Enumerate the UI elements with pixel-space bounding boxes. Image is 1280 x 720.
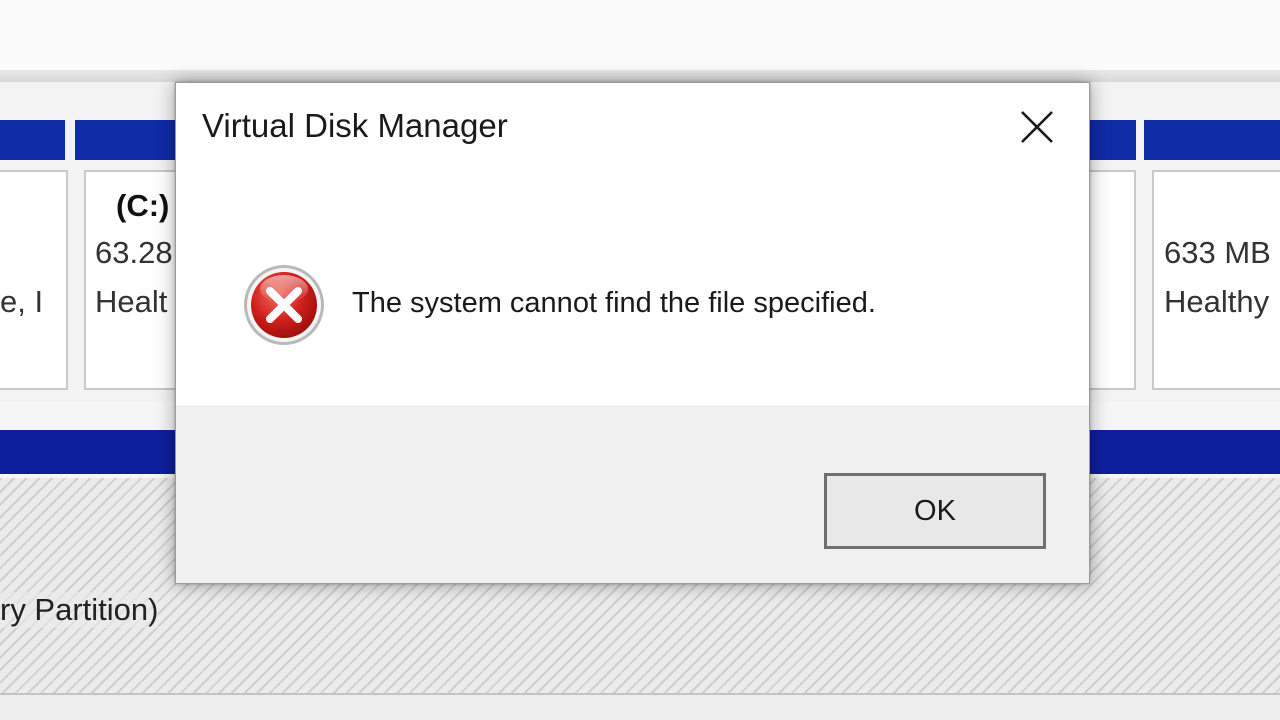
error-message: The system cannot find the file specifie… [352, 287, 876, 319]
dialog-content: The system cannot find the file specifie… [176, 171, 1089, 405]
dialog-titlebar[interactable]: Virtual Disk Manager [176, 83, 1089, 171]
screen: e, I (C:) 63.28 Healt 633 MB Healthy ry … [0, 0, 1280, 720]
volume-status: e, I [0, 284, 44, 319]
close-button[interactable] [1011, 103, 1063, 151]
volume-bar-c [75, 120, 185, 160]
close-icon [1021, 111, 1053, 143]
error-dialog: Virtual Disk Manager The system cannot f… [175, 82, 1090, 584]
dialog-title: Virtual Disk Manager [202, 107, 508, 144]
error-icon [244, 265, 324, 345]
volume-size-c: 63.28 [95, 235, 173, 270]
dialog-footer: OK [176, 405, 1089, 583]
volume-bar-recovery [1144, 120, 1280, 160]
volume-status-c: Healt [95, 284, 168, 319]
volume-name-c: (C:) [116, 188, 170, 223]
volume-status-recovery: Healthy [1164, 284, 1270, 319]
volume-size-recovery: 633 MB [1164, 235, 1271, 270]
volume-box[interactable] [0, 170, 68, 390]
background-window-bottom [0, 693, 1280, 720]
background-window-top [0, 0, 1280, 70]
partition-label: ry Partition) [0, 592, 159, 628]
volume-box-recovery[interactable] [1152, 170, 1280, 390]
ok-button[interactable]: OK [824, 473, 1046, 549]
volume-bar [0, 120, 65, 160]
